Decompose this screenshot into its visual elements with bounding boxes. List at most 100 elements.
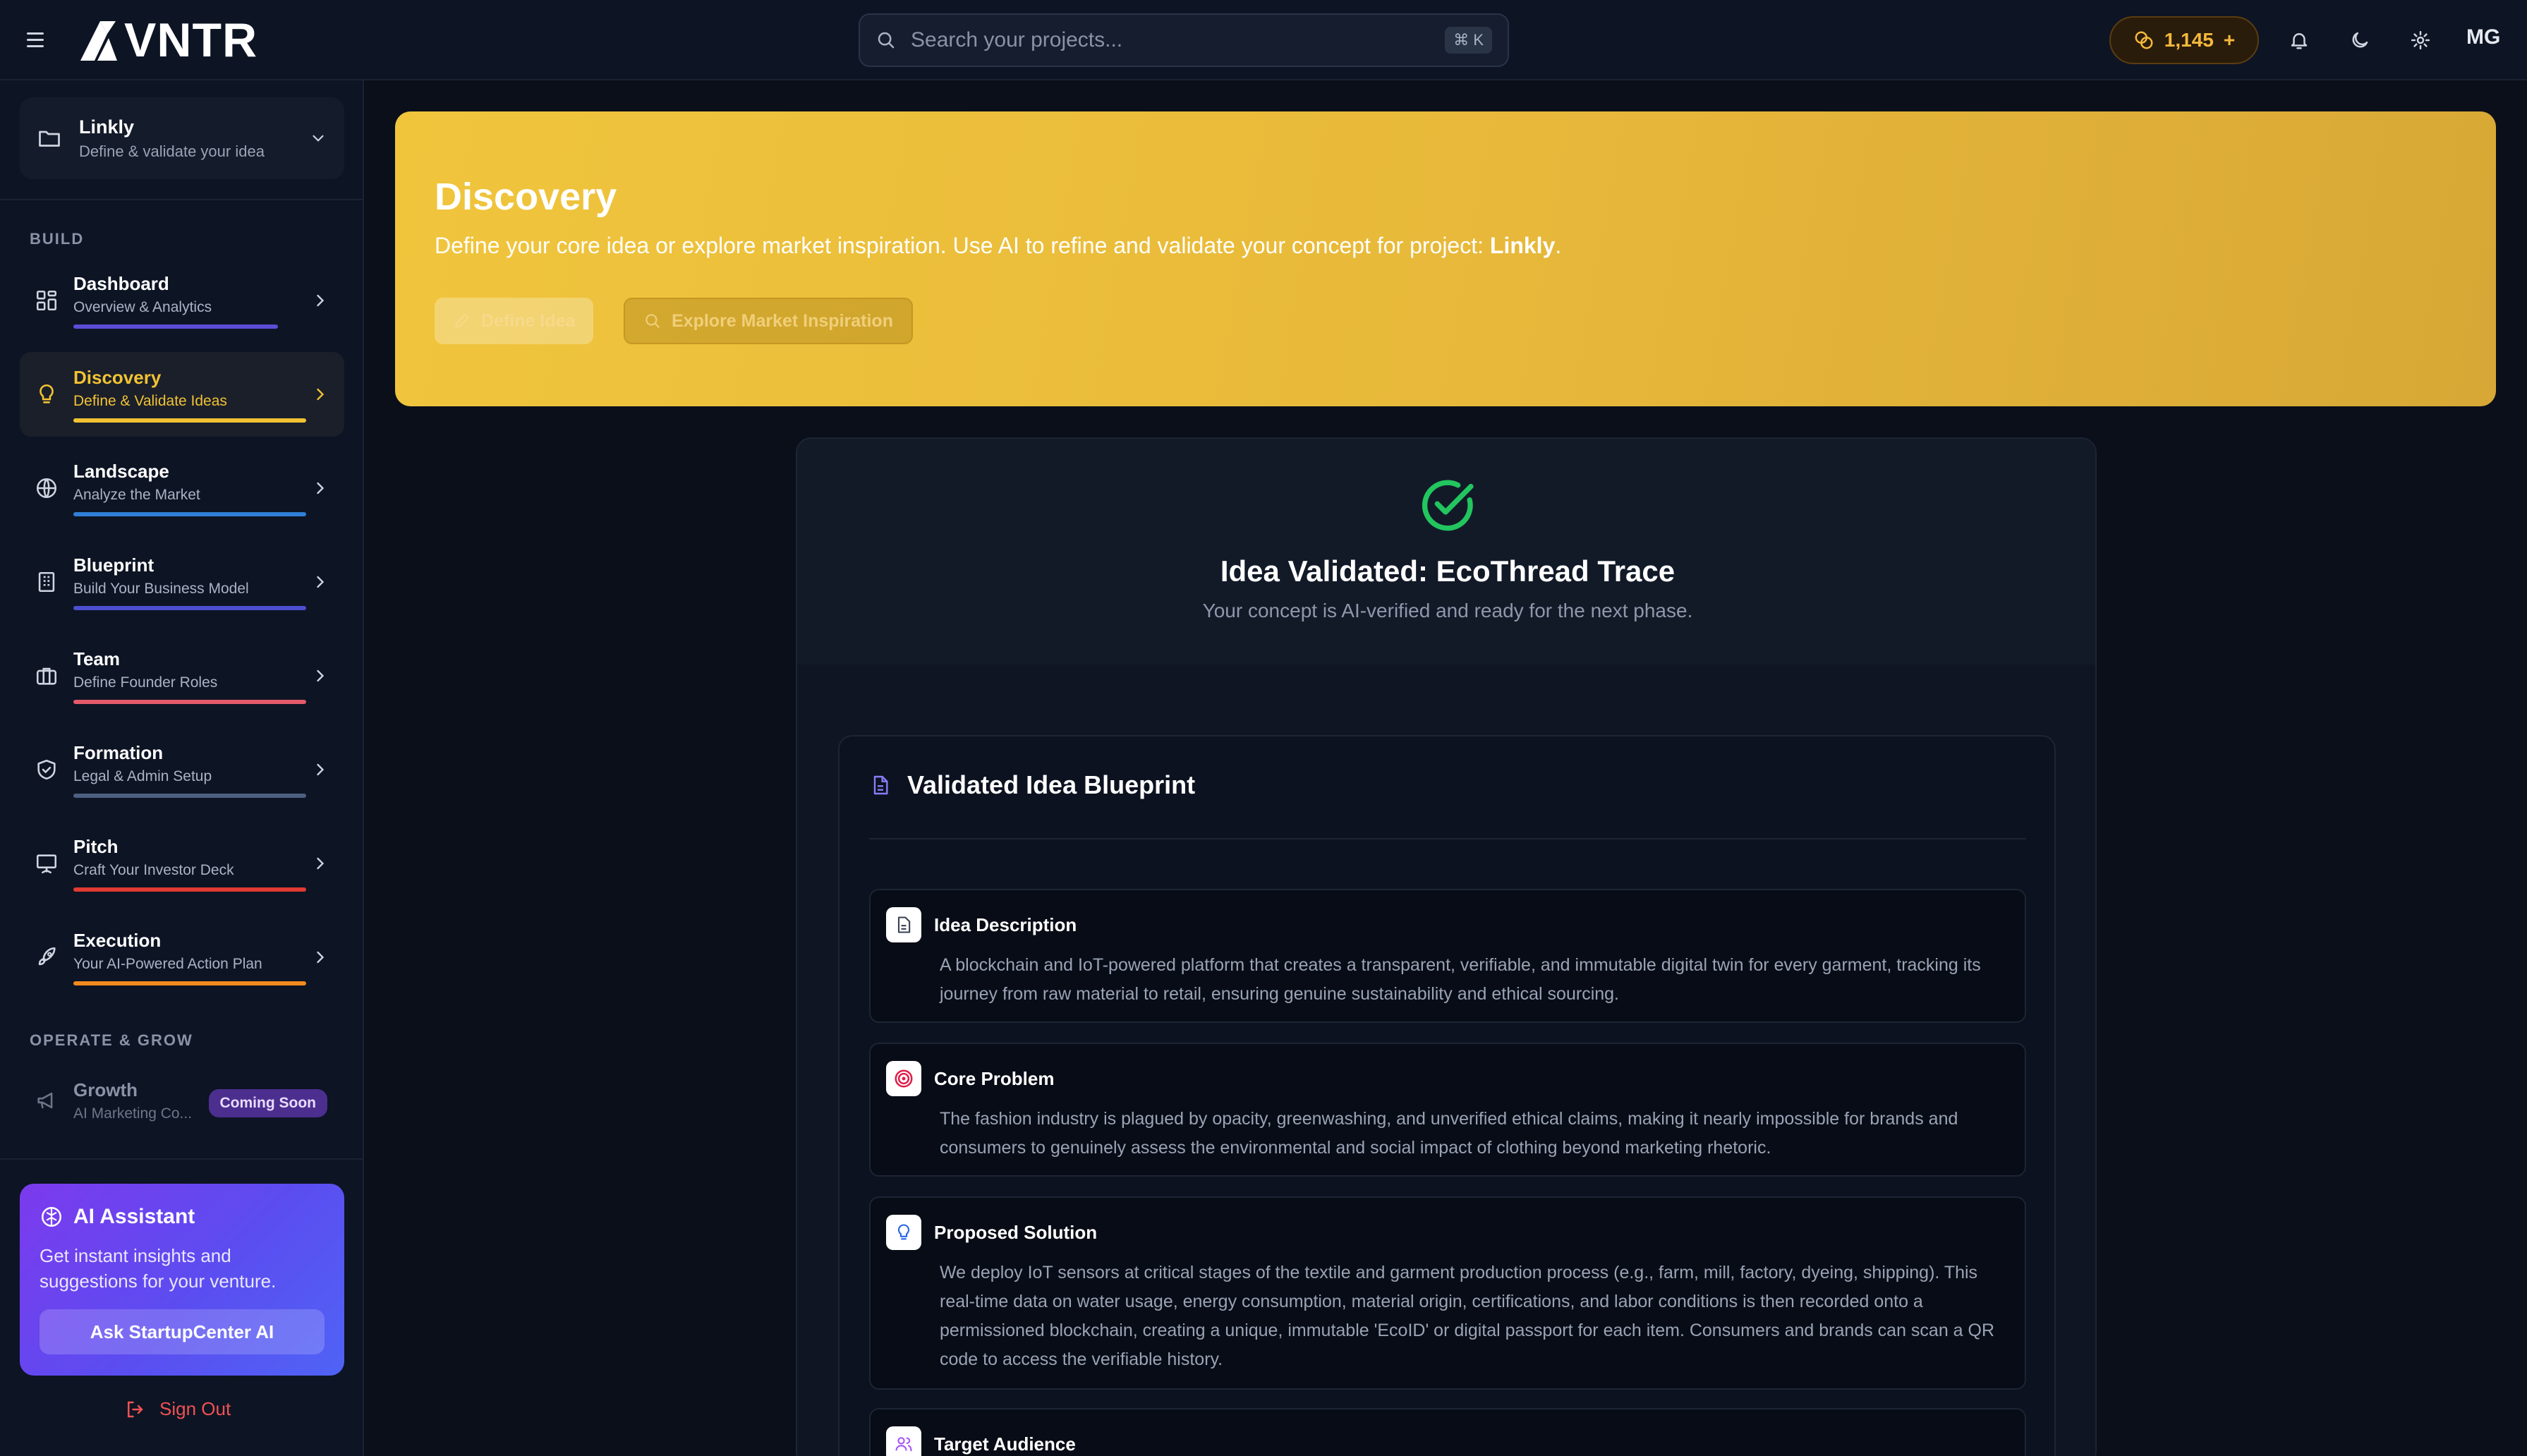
logo-text: VNTR: [124, 13, 258, 67]
discovery-hero: Discovery Define your core idea or explo…: [395, 111, 2496, 406]
globe-icon: [34, 475, 59, 501]
document-icon: [873, 775, 888, 795]
sidebar-item-sub: Analyze the Market: [73, 486, 200, 503]
chevron-down-icon: [313, 135, 324, 142]
progress-bar: [73, 324, 278, 329]
sidebar-item-blueprint[interactable]: Blueprint Build Your Business Model: [20, 540, 344, 624]
chevron-right-icon: [317, 576, 325, 588]
ask-ai-button[interactable]: Ask StartupCenter AI: [40, 1309, 325, 1354]
lightbulb-icon: [34, 382, 59, 407]
section-build-label: BUILD: [30, 230, 85, 248]
section-text: The fashion industry is plagued by opaci…: [940, 1109, 1958, 1158]
blueprint-header: Validated Idea Blueprint: [869, 770, 1195, 800]
coins-icon: [2135, 31, 2153, 49]
grid-icon: [34, 288, 59, 313]
sidebar-item-sub: Legal & Admin Setup: [73, 768, 212, 784]
sidebar-divider: [0, 1158, 364, 1160]
sidebar-item-label: Blueprint: [73, 554, 154, 576]
credits-badge[interactable]: 1,145 +: [2109, 16, 2259, 64]
sidebar-item-label: Team: [73, 648, 120, 669]
search-bar[interactable]: ⌘ K: [859, 13, 1509, 67]
chevron-right-icon: [317, 951, 325, 964]
target-icon: [886, 1061, 921, 1096]
sign-out-button[interactable]: Sign Out: [124, 1398, 231, 1420]
moon-icon[interactable]: [2345, 25, 2375, 55]
hero-desc-text: Define your core idea or explore market …: [435, 233, 1490, 258]
add-credits-icon[interactable]: +: [2224, 29, 2235, 51]
validation-header: [797, 439, 2095, 665]
bell-icon[interactable]: [2284, 25, 2314, 55]
sidebar-item-execution[interactable]: Execution Your AI-Powered Action Plan: [20, 915, 344, 1000]
menu-icon[interactable]: [27, 27, 52, 52]
presentation-icon: [34, 851, 59, 876]
sidebar-item-growth: Growth AI Marketing Co... Coming Soon: [20, 1058, 344, 1143]
progress-bar: [73, 887, 306, 892]
section-proposed-solution: Proposed Solution We deploy IoT sensors …: [869, 1196, 2026, 1390]
section-grow-label: OPERATE & GROW: [30, 1031, 193, 1049]
project-name: Linkly: [79, 116, 135, 138]
search-input[interactable]: [911, 28, 1446, 52]
shield-check-icon: [34, 757, 59, 782]
explore-market-label: Explore Market Inspiration: [672, 310, 893, 331]
sidebar-item-label: Execution: [73, 929, 162, 951]
chevron-right-icon: [317, 669, 325, 682]
sidebar-item-dashboard[interactable]: Dashboard Overview & Analytics: [20, 258, 344, 343]
sidebar-item-landscape[interactable]: Landscape Analyze the Market: [20, 446, 344, 530]
sidebar-item-sub: Define & Validate Ideas: [73, 392, 227, 409]
chevron-right-icon: [317, 857, 325, 870]
building-icon: [34, 569, 59, 595]
logo[interactable]: VNTR: [79, 13, 258, 67]
sidebar-item-discovery[interactable]: Discovery Define & Validate Ideas: [20, 352, 344, 437]
top-bar: VNTR ⌘ K 1,145 + MG: [0, 0, 2527, 80]
validated-title: Idea Validated: EcoThread Trace: [1220, 554, 1675, 588]
progress-bar: [73, 793, 306, 798]
define-idea-button[interactable]: Define Idea: [435, 298, 594, 344]
avatar[interactable]: MG: [2466, 25, 2500, 49]
coming-soon-badge: Coming Soon: [208, 1089, 327, 1117]
megaphone-icon: [34, 1088, 59, 1113]
chevron-right-icon: [317, 482, 325, 495]
sidebar-item-label: Discovery: [73, 366, 162, 388]
search-icon: [878, 32, 895, 49]
sidebar-item-label: Dashboard: [73, 272, 169, 294]
credits-count: 1,145: [2164, 29, 2214, 51]
sidebar-item-label: Pitch: [73, 835, 119, 857]
gear-icon[interactable]: [2406, 25, 2435, 55]
section-title: Idea Description: [934, 914, 1077, 935]
brain-icon: [41, 1206, 62, 1227]
main-content: Discovery Define your core idea or explo…: [365, 80, 2527, 1456]
sidebar-item-sub: Build Your Business Model: [73, 580, 249, 597]
validation-panel: Idea Validated: EcoThread Trace Your con…: [796, 437, 2097, 1456]
logo-mark-icon: [80, 21, 117, 61]
hero-desc-project: Linkly: [1489, 233, 1556, 258]
sidebar-item-label: Formation: [73, 741, 164, 763]
chevron-right-icon: [317, 294, 325, 307]
section-title: Proposed Solution: [934, 1221, 1098, 1243]
progress-bar: [73, 511, 306, 516]
sidebar-item-pitch[interactable]: Pitch Craft Your Investor Deck: [20, 821, 344, 906]
users-icon: [886, 1426, 921, 1456]
sidebar-item-sub: Define Founder Roles: [73, 674, 218, 691]
progress-bar: [73, 418, 306, 423]
section-text: A blockchain and IoT-powered platform th…: [940, 955, 1981, 1004]
search-shortcut: ⌘ K: [1445, 27, 1492, 54]
ai-assistant-text: Get instant insights and suggestions for…: [40, 1245, 277, 1292]
section-target-audience: Target Audience: [869, 1408, 2026, 1456]
hero-desc-suffix: .: [1555, 233, 1562, 258]
sign-out-label: Sign Out: [159, 1398, 231, 1419]
hero-description: Define your core idea or explore market …: [435, 233, 1561, 259]
sidebar-item-team[interactable]: Team Define Founder Roles: [20, 633, 344, 718]
progress-bar: [73, 981, 306, 985]
sidebar-divider: [0, 199, 364, 200]
blueprint-title: Validated Idea Blueprint: [907, 770, 1196, 799]
sidebar-item-sub: Overview & Analytics: [73, 298, 212, 315]
explore-market-button[interactable]: Explore Market Inspiration: [624, 298, 913, 344]
search-icon: [646, 314, 660, 328]
section-text: We deploy IoT sensors at critical stages…: [940, 1263, 1995, 1369]
define-idea-label: Define Idea: [481, 310, 576, 331]
sidebar-item-formation[interactable]: Formation Legal & Admin Setup: [20, 727, 344, 812]
section-title: Target Audience: [934, 1433, 1076, 1455]
chevron-right-icon: [317, 388, 325, 401]
project-selector[interactable]: Linkly Define & validate your idea: [20, 97, 344, 179]
folder-icon: [39, 131, 60, 147]
